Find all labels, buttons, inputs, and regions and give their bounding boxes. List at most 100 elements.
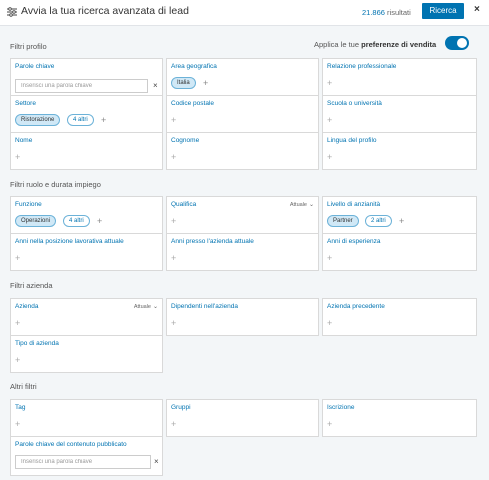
- filter-label-company: Azienda: [15, 303, 39, 310]
- function-pill[interactable]: Operazioni: [15, 215, 57, 227]
- filter-label-company-type: Tipo di azienda: [15, 340, 59, 347]
- add-experience-icon[interactable]: +: [327, 254, 332, 263]
- filter-card-school[interactable]: Scuola o università +: [322, 95, 477, 133]
- close-icon[interactable]: ×: [474, 4, 480, 15]
- result-count-label: risultati: [387, 8, 411, 17]
- sales-preferences-toggle[interactable]: [445, 36, 469, 50]
- filter-card-subscription[interactable]: Iscrizione +: [322, 399, 477, 437]
- filter-label-tag: Tag: [15, 404, 26, 411]
- filter-label-profile-language: Lingua del profilo: [327, 137, 377, 144]
- filter-card-tag[interactable]: Tag +: [10, 399, 163, 437]
- filter-card-post-keywords: Parole chiave del contenuto pubblicato ×: [10, 436, 163, 476]
- add-profile-language-icon[interactable]: +: [327, 153, 332, 162]
- add-company-type-icon[interactable]: +: [15, 356, 20, 365]
- title-scope-dropdown[interactable]: Attuale ⌄: [290, 201, 314, 208]
- filter-card-years-in-position[interactable]: Anni nella posizione lavorativa attuale …: [10, 233, 163, 271]
- filter-label-experience: Anni di esperienza: [327, 238, 381, 245]
- filter-card-last-name[interactable]: Cognome +: [166, 132, 319, 170]
- filter-card-keywords: Parole chiave ×: [10, 58, 163, 96]
- filter-card-previous-company[interactable]: Azienda precedente +: [322, 298, 477, 336]
- filter-label-relationship: Relazione professionale: [327, 63, 397, 70]
- post-keyword-input[interactable]: [15, 455, 151, 469]
- filter-label-years-at-company: Anni presso l'azienda attuale: [171, 238, 254, 245]
- add-employees-icon[interactable]: +: [171, 319, 176, 328]
- add-geography-icon[interactable]: +: [203, 79, 208, 88]
- filter-card-geography: Area geografica Italia +: [166, 58, 319, 96]
- seniority-more-pill[interactable]: 2 altri: [365, 215, 392, 227]
- add-company-icon[interactable]: +: [15, 319, 20, 328]
- chevron-down-icon: ⌄: [308, 202, 314, 208]
- filter-label-title: Qualifica: [171, 201, 197, 208]
- add-years-in-position-icon[interactable]: +: [15, 254, 20, 263]
- section-title-profile: Filtri profilo: [10, 42, 47, 51]
- clear-keyword-icon[interactable]: ×: [153, 81, 158, 90]
- add-function-icon[interactable]: +: [97, 217, 102, 226]
- filter-label-groups: Gruppi: [171, 404, 191, 411]
- result-count: 21.866 risultati: [362, 8, 411, 17]
- clear-post-keyword-icon[interactable]: ×: [154, 457, 159, 466]
- header-bar: Avvia la tua ricerca avanzata di lead 21…: [0, 0, 489, 26]
- filter-card-function: Funzione Operazioni 4 altri +: [10, 196, 163, 234]
- filter-card-profile-language[interactable]: Lingua del profilo +: [322, 132, 477, 170]
- add-last-name-icon[interactable]: +: [171, 153, 176, 162]
- sector-pill[interactable]: Ristorazione: [15, 114, 61, 126]
- add-school-icon[interactable]: +: [327, 116, 332, 125]
- filter-card-company[interactable]: Azienda Attuale ⌄ +: [10, 298, 163, 336]
- filter-label-seniority: Livello di anzianità: [327, 201, 381, 208]
- add-previous-company-icon[interactable]: +: [327, 319, 332, 328]
- section-title-company: Filtri azienda: [10, 281, 53, 290]
- chevron-down-icon: ⌄: [152, 304, 158, 310]
- add-tag-icon[interactable]: +: [15, 420, 20, 429]
- add-seniority-icon[interactable]: +: [399, 217, 404, 226]
- filter-label-function: Funzione: [15, 201, 42, 208]
- section-title-other: Altri filtri: [10, 382, 37, 391]
- result-count-number: 21.866: [362, 8, 385, 17]
- filter-label-school: Scuola o università: [327, 100, 382, 107]
- filter-card-relationship[interactable]: Relazione professionale +: [322, 58, 477, 96]
- filter-card-years-at-company[interactable]: Anni presso l'azienda attuale +: [166, 233, 319, 271]
- add-years-at-company-icon[interactable]: +: [171, 254, 176, 263]
- seniority-pill[interactable]: Partner: [327, 215, 359, 227]
- filter-card-postal-code[interactable]: Codice postale +: [166, 95, 319, 133]
- sector-more-pill[interactable]: 4 altri: [67, 114, 94, 126]
- geography-pill[interactable]: Italia: [171, 77, 196, 89]
- filter-label-sector: Settore: [15, 100, 36, 107]
- title-scope-value: Attuale: [289, 202, 307, 208]
- add-title-icon[interactable]: +: [171, 217, 176, 226]
- company-scope-dropdown[interactable]: Attuale ⌄: [134, 303, 158, 310]
- filter-label-postal-code: Codice postale: [171, 100, 214, 107]
- filter-label-post-keywords: Parole chiave del contenuto pubblicato: [15, 441, 127, 448]
- add-sector-icon[interactable]: +: [101, 116, 106, 125]
- filter-card-title[interactable]: Qualifica Attuale ⌄ +: [166, 196, 319, 234]
- company-scope-value: Attuale: [133, 304, 151, 310]
- filter-card-first-name[interactable]: Nome +: [10, 132, 163, 170]
- add-subscription-icon[interactable]: +: [327, 420, 332, 429]
- add-relationship-icon[interactable]: +: [327, 79, 332, 88]
- filter-card-sector: Settore Ristorazione 4 altri +: [10, 95, 163, 133]
- filter-card-seniority: Livello di anzianità Partner 2 altri +: [322, 196, 477, 234]
- filter-label-last-name: Cognome: [171, 137, 200, 144]
- section-title-role: Filtri ruolo e durata impiego: [10, 180, 101, 189]
- toggle-label-bold: preferenze di vendita: [361, 40, 437, 49]
- filter-label-subscription: Iscrizione: [327, 404, 355, 411]
- filters-icon: [7, 7, 17, 17]
- filter-card-company-type[interactable]: Tipo di azienda +: [10, 335, 163, 373]
- add-first-name-icon[interactable]: +: [15, 153, 20, 162]
- filter-label-employees: Dipendenti nell'azienda: [171, 303, 239, 310]
- filter-card-groups[interactable]: Gruppi +: [166, 399, 319, 437]
- toggle-label-prefix: Applica le tue: [314, 40, 362, 49]
- filter-label-geography: Area geografica: [171, 63, 217, 70]
- page-title: Avvia la tua ricerca avanzata di lead: [21, 5, 189, 17]
- function-more-pill[interactable]: 4 altri: [63, 215, 90, 227]
- search-button[interactable]: Ricerca: [422, 3, 464, 19]
- filter-card-experience[interactable]: Anni di esperienza +: [322, 233, 477, 271]
- keyword-input[interactable]: [15, 79, 148, 93]
- filter-card-employees[interactable]: Dipendenti nell'azienda +: [166, 298, 319, 336]
- toggle-knob: [457, 38, 467, 48]
- filter-label-previous-company: Azienda precedente: [327, 303, 385, 310]
- sales-preferences-label: Applica le tue preferenze di vendita: [314, 40, 436, 49]
- add-postal-code-icon[interactable]: +: [171, 116, 176, 125]
- filter-label-years-in-position: Anni nella posizione lavorativa attuale: [15, 238, 124, 245]
- filter-label-keywords: Parole chiave: [15, 63, 55, 70]
- add-groups-icon[interactable]: +: [171, 420, 176, 429]
